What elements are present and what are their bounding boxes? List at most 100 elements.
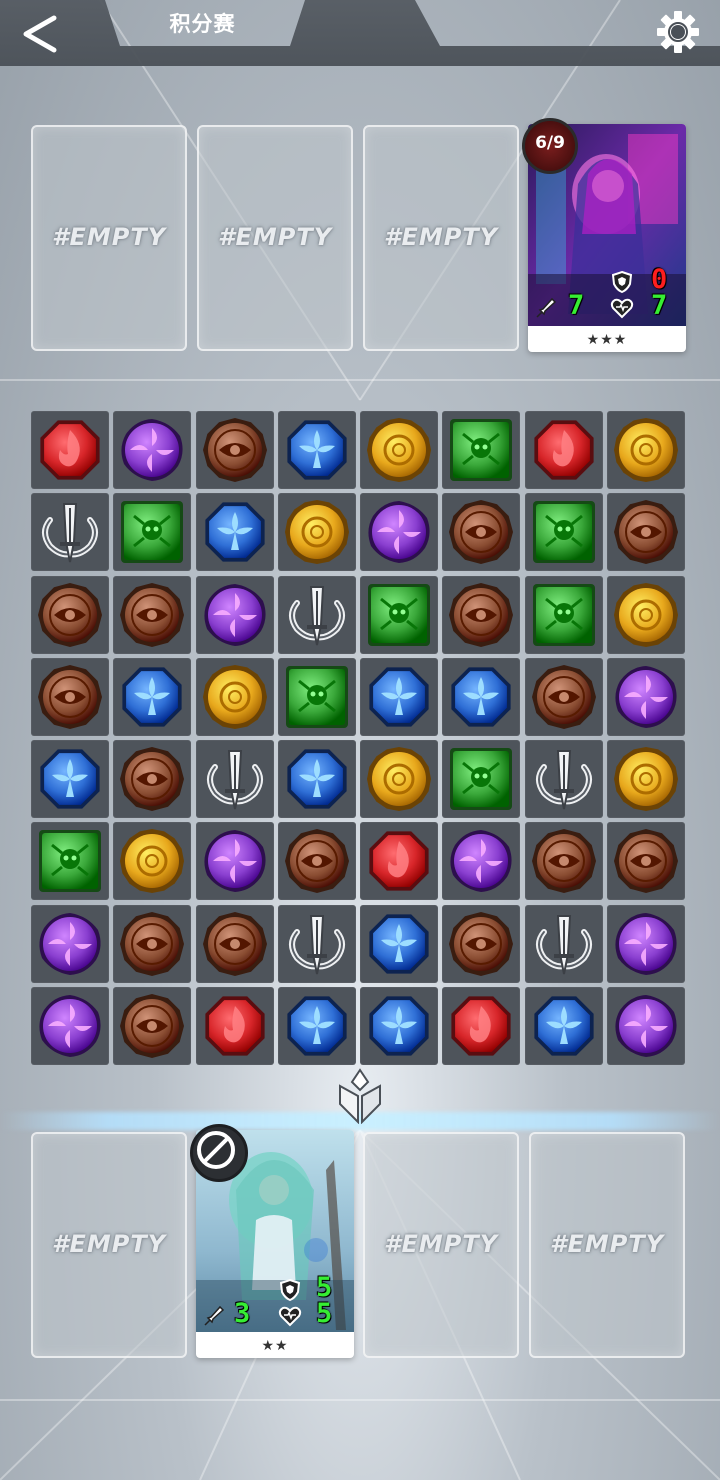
board-cell[interactable] bbox=[360, 493, 438, 572]
board-cell[interactable] bbox=[113, 904, 192, 983]
green-skull-gem-icon bbox=[450, 419, 513, 481]
board-cell[interactable] bbox=[524, 986, 603, 1065]
board-cell[interactable] bbox=[277, 740, 356, 818]
silver-sword-gem-icon bbox=[42, 503, 98, 563]
back-button[interactable] bbox=[18, 12, 62, 56]
board-cell[interactable] bbox=[31, 657, 109, 736]
yellow-sun-gem-icon bbox=[613, 747, 678, 811]
board-cell[interactable] bbox=[442, 904, 521, 983]
board-cell[interactable] bbox=[606, 411, 685, 489]
board-cell[interactable] bbox=[195, 411, 274, 489]
board-cell[interactable] bbox=[606, 986, 685, 1065]
board-cell[interactable] bbox=[31, 822, 109, 901]
board-cell[interactable] bbox=[524, 575, 603, 654]
board-cell[interactable] bbox=[360, 904, 438, 983]
board-cell[interactable] bbox=[31, 411, 109, 489]
board-cell[interactable] bbox=[277, 575, 356, 654]
board-cell[interactable] bbox=[360, 575, 438, 654]
card-hp-value: 7 bbox=[651, 290, 668, 321]
top-bar: 积分赛 bbox=[0, 0, 720, 66]
disabled-badge bbox=[190, 1124, 248, 1182]
board-cell[interactable] bbox=[442, 657, 521, 736]
player-slot-3[interactable]: #EMPTY bbox=[363, 1132, 519, 1358]
red-fire-gem-icon bbox=[204, 996, 265, 1056]
purple-swirl-gem-icon bbox=[368, 501, 430, 564]
brown-eye-gem-icon bbox=[38, 582, 102, 647]
enemy-card[interactable]: 6/9 0 7 7 ★★★ bbox=[522, 118, 686, 352]
brown-eye-gem-icon bbox=[202, 418, 267, 482]
board-cell[interactable] bbox=[524, 904, 603, 983]
board-cell[interactable] bbox=[113, 411, 192, 489]
crystal-icon bbox=[339, 1068, 381, 1124]
board-cell[interactable] bbox=[31, 575, 109, 654]
board-cell[interactable] bbox=[524, 822, 603, 901]
board-cell[interactable] bbox=[195, 986, 274, 1065]
board-cell[interactable] bbox=[606, 740, 685, 818]
board-cell[interactable] bbox=[524, 493, 603, 572]
board-cell[interactable] bbox=[360, 657, 438, 736]
board-cell[interactable] bbox=[442, 822, 521, 901]
board-cell[interactable] bbox=[442, 411, 521, 489]
board-cell[interactable] bbox=[113, 822, 192, 901]
enemy-slot-3[interactable]: #EMPTY bbox=[363, 125, 519, 351]
board-cell[interactable] bbox=[606, 657, 685, 736]
board-cell[interactable] bbox=[524, 740, 603, 818]
page-title: 积分赛 bbox=[169, 12, 236, 36]
board-cell[interactable] bbox=[195, 740, 274, 818]
card-hp-value: 5 bbox=[316, 1298, 333, 1329]
settings-button[interactable] bbox=[654, 8, 702, 56]
board-cell[interactable] bbox=[277, 986, 356, 1065]
board-cell[interactable] bbox=[31, 904, 109, 983]
brown-eye-gem-icon bbox=[613, 500, 678, 565]
purple-swirl-gem-icon bbox=[203, 830, 266, 893]
board-cell[interactable] bbox=[113, 657, 192, 736]
board-cell[interactable] bbox=[606, 822, 685, 901]
board-cell[interactable] bbox=[195, 575, 274, 654]
board-cell[interactable] bbox=[113, 575, 192, 654]
card-level-badge: 6/9 bbox=[522, 118, 578, 174]
board-cell[interactable] bbox=[606, 904, 685, 983]
board-cell[interactable] bbox=[113, 493, 192, 572]
sword-icon bbox=[204, 1305, 225, 1326]
board-cell[interactable] bbox=[31, 493, 109, 572]
silver-sword-gem-icon bbox=[535, 750, 592, 810]
purple-swirl-gem-icon bbox=[615, 912, 677, 975]
board-cell[interactable] bbox=[113, 740, 192, 818]
board-cell[interactable] bbox=[277, 657, 356, 736]
board-cell[interactable] bbox=[606, 575, 685, 654]
board-cell[interactable] bbox=[442, 493, 521, 572]
shield-icon bbox=[611, 270, 633, 294]
board-cell[interactable] bbox=[31, 740, 109, 818]
player-slot-1[interactable]: #EMPTY bbox=[31, 1132, 187, 1358]
enemy-slot-1[interactable]: #EMPTY bbox=[31, 125, 187, 351]
board-cell[interactable] bbox=[360, 740, 438, 818]
board-cell[interactable] bbox=[277, 411, 356, 489]
blue-flower-gem-icon bbox=[369, 667, 429, 727]
board-cell[interactable] bbox=[360, 411, 438, 489]
board-cell[interactable] bbox=[524, 657, 603, 736]
board-cell[interactable] bbox=[113, 986, 192, 1065]
board-cell[interactable] bbox=[524, 411, 603, 489]
board-cell[interactable] bbox=[195, 493, 274, 572]
board-cell[interactable] bbox=[277, 822, 356, 901]
board-cell[interactable] bbox=[277, 904, 356, 983]
board-cell[interactable] bbox=[442, 575, 521, 654]
enemy-slot-2[interactable]: #EMPTY bbox=[197, 125, 353, 351]
board-cell[interactable] bbox=[606, 493, 685, 572]
sword-icon bbox=[536, 297, 557, 318]
board-cell[interactable] bbox=[277, 493, 356, 572]
board-cell[interactable] bbox=[195, 822, 274, 901]
board-cell[interactable] bbox=[360, 986, 438, 1065]
purple-swirl-gem-icon bbox=[203, 583, 266, 646]
red-fire-gem-icon bbox=[451, 996, 511, 1056]
player-card[interactable]: 5 3 5 ★★ bbox=[190, 1124, 354, 1358]
board-cell[interactable] bbox=[442, 740, 521, 818]
board-cell[interactable] bbox=[195, 657, 274, 736]
board-cell[interactable] bbox=[360, 822, 438, 901]
player-slot-4[interactable]: #EMPTY bbox=[529, 1132, 685, 1358]
yellow-sun-gem-icon bbox=[613, 582, 678, 647]
board-cell[interactable] bbox=[195, 904, 274, 983]
board-cell[interactable] bbox=[442, 986, 521, 1065]
brown-eye-gem-icon bbox=[449, 500, 514, 565]
board-cell[interactable] bbox=[31, 986, 109, 1065]
